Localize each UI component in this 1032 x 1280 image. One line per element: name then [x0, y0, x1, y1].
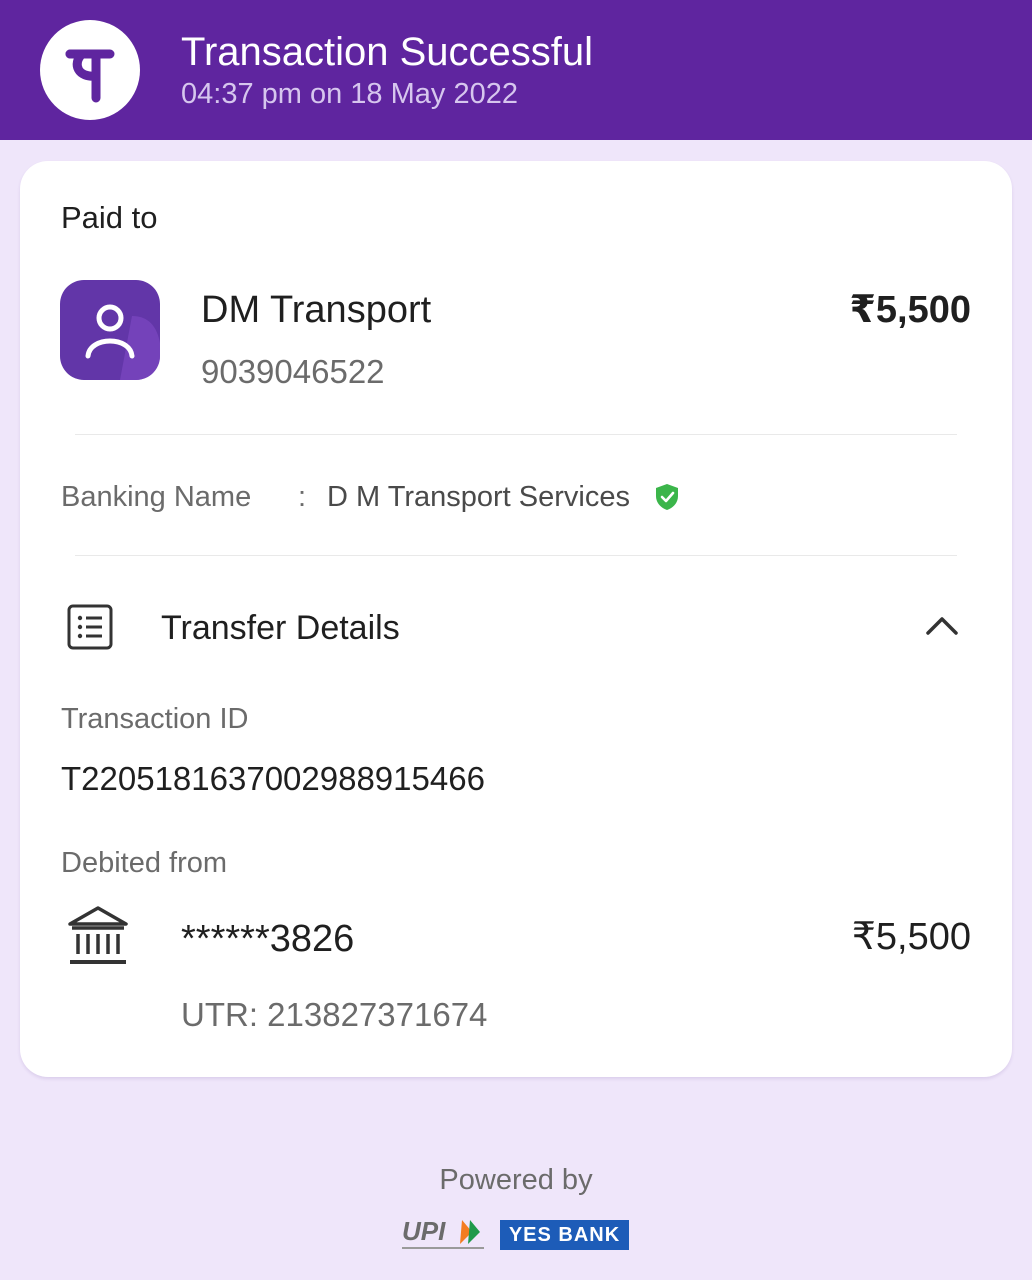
- verified-shield-icon: [654, 483, 680, 511]
- header-bar: Transaction Successful 04:37 pm on 18 Ma…: [0, 0, 1032, 140]
- transaction-id-label: Transaction ID: [61, 703, 249, 735]
- payee-phone: 9039046522: [201, 353, 385, 390]
- transaction-card: Paid to DM Transport 9039046522 ₹5,500 B…: [20, 161, 1012, 1077]
- person-icon[interactable]: [60, 280, 160, 380]
- banking-name-value: D M Transport Services: [327, 481, 630, 513]
- phonepe-logo-icon: [40, 20, 140, 120]
- upi-logo: UPI: [400, 1214, 494, 1254]
- paid-amount: ₹5,500: [849, 289, 971, 331]
- paid-to-label: Paid to: [61, 200, 158, 235]
- divider: [75, 434, 957, 435]
- banking-name-label: Banking Name: [61, 481, 252, 513]
- transaction-timestamp: 04:37 pm on 18 May 2022: [181, 78, 518, 110]
- payee-name: DM Transport: [201, 289, 432, 331]
- document-list-icon: [66, 603, 114, 651]
- utr-number: UTR: 213827371674: [181, 996, 488, 1033]
- debited-amount: ₹5,500: [851, 916, 971, 958]
- yes-bank-logo: YES BANK: [500, 1220, 629, 1250]
- divider: [75, 555, 957, 556]
- transaction-id-value: T2205181637002988915466: [61, 760, 485, 797]
- bank-icon: [66, 904, 130, 968]
- banking-name-separator: :: [298, 481, 307, 513]
- page-title: Transaction Successful: [181, 30, 594, 74]
- debited-from-label: Debited from: [61, 847, 228, 879]
- transfer-details-title[interactable]: Transfer Details: [161, 607, 400, 649]
- chevron-up-icon[interactable]: [922, 611, 962, 641]
- svg-text:UPI: UPI: [402, 1216, 446, 1246]
- powered-by-label: Powered by: [439, 1164, 593, 1196]
- debited-account: ******3826: [181, 918, 355, 960]
